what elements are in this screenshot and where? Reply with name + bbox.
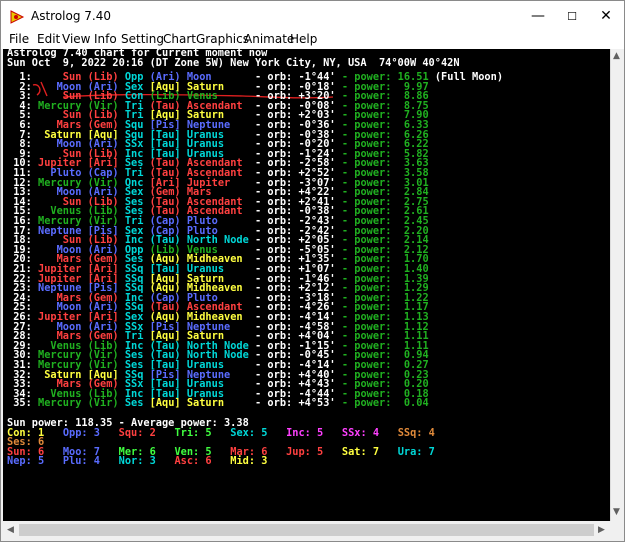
power-label: - power: (335, 397, 398, 410)
aspect-number: 35: (7, 397, 38, 410)
summary-count: Sat: 7 (341, 445, 380, 458)
menu-info[interactable]: Info (94, 32, 117, 46)
horizontal-scroll-thumb[interactable] (19, 524, 594, 536)
summary-count: Nep: 5 (7, 455, 45, 468)
scroll-right-arrow-icon[interactable]: ▶ (598, 525, 605, 535)
scroll-up-arrow-icon[interactable]: ▲ (613, 51, 620, 61)
orb-value: +4°53' (298, 397, 336, 410)
maximize-button-glyph (554, 1, 588, 31)
aspect-type: Ses (124, 397, 150, 410)
minimize-button[interactable]: — (521, 1, 555, 31)
summary-count: Plu: 4 (62, 455, 101, 468)
sign-1: (Vir) (81, 397, 125, 410)
app-window: Astrolog 7.40 — ☐ ✕ File Edit View Info Sett… (0, 0, 625, 542)
menu-file[interactable]: File (9, 32, 29, 46)
sign-2: [Aqu] (149, 397, 187, 410)
planet-1: Mercury (38, 397, 82, 410)
summary-count: Sex: 5 (230, 426, 268, 439)
aspect-row: 35: Mercury (Vir) Ses [Aqu] Saturn - orb… (7, 397, 429, 410)
title-bar: Astrolog 7.40 — ☐ (1, 1, 624, 31)
scroll-corner (610, 521, 623, 539)
chart-text-output: Astrolog 7.40 chart for Current moment n… (3, 49, 610, 521)
scroll-left-arrow-icon[interactable]: ◀ (7, 525, 14, 535)
summary-count-row: Nep: 5 Plu: 4 Nor: 3 Asc: 6 Mid: 3 (7, 455, 268, 468)
summary-count-row: Con: 1 Opp: 3 Squ: 2 Tri: 5 Sex: 5 Inc: … (7, 426, 435, 439)
menu-chart[interactable]: Chart (163, 32, 196, 46)
menu-setting[interactable]: Setting (121, 32, 164, 46)
summary-count: Nor: 3 (118, 455, 156, 468)
orb-label: - orb: (248, 397, 299, 410)
summary-count: Mid: 3 (230, 455, 268, 468)
summary-count: Inc: 5 (286, 426, 324, 439)
window-title: Astrolog 7.40 (31, 9, 112, 23)
summary-count: Ura: 7 (397, 445, 435, 458)
astrolog-app-icon (10, 10, 25, 24)
header-line: Sun Oct 9, 2022 20:16 (DT Zone 5W) New Y… (7, 56, 460, 69)
close-button[interactable]: ✕ (589, 1, 623, 31)
power-value: 0.04 (397, 397, 429, 410)
menu-graphics[interactable]: Graphics (196, 32, 249, 46)
summary-count: SSx: 4 (341, 426, 380, 439)
scroll-down-arrow-icon[interactable]: ▼ (613, 507, 620, 517)
summary-count: Jup: 5 (286, 445, 324, 458)
menu-bar: File Edit View Info Setting Chart Graphics Anim… (1, 31, 624, 49)
menu-animate[interactable]: Animate (244, 32, 294, 46)
vertical-scrollbar[interactable]: ▲ ▼ (610, 49, 624, 521)
summary-count: Squ: 2 (118, 426, 156, 439)
summary-count: Opp: 3 (62, 426, 101, 439)
summary-count: Asc: 6 (174, 455, 212, 468)
aspect-note: (Full Moon) (428, 71, 504, 83)
planet-2: Saturn (186, 397, 249, 410)
menu-view[interactable]: View (62, 32, 90, 46)
menu-help[interactable]: Help (290, 32, 317, 46)
horizontal-scrollbar[interactable]: ◀ ▶ (3, 521, 610, 539)
summary-count: SSq: 4 (397, 426, 435, 439)
menu-edit[interactable]: Edit (37, 32, 60, 46)
header-text: Sun Oct 9, 2022 20:16 (DT Zone 5W) New Y… (7, 56, 460, 69)
summary-count: Tri: 5 (174, 426, 212, 439)
